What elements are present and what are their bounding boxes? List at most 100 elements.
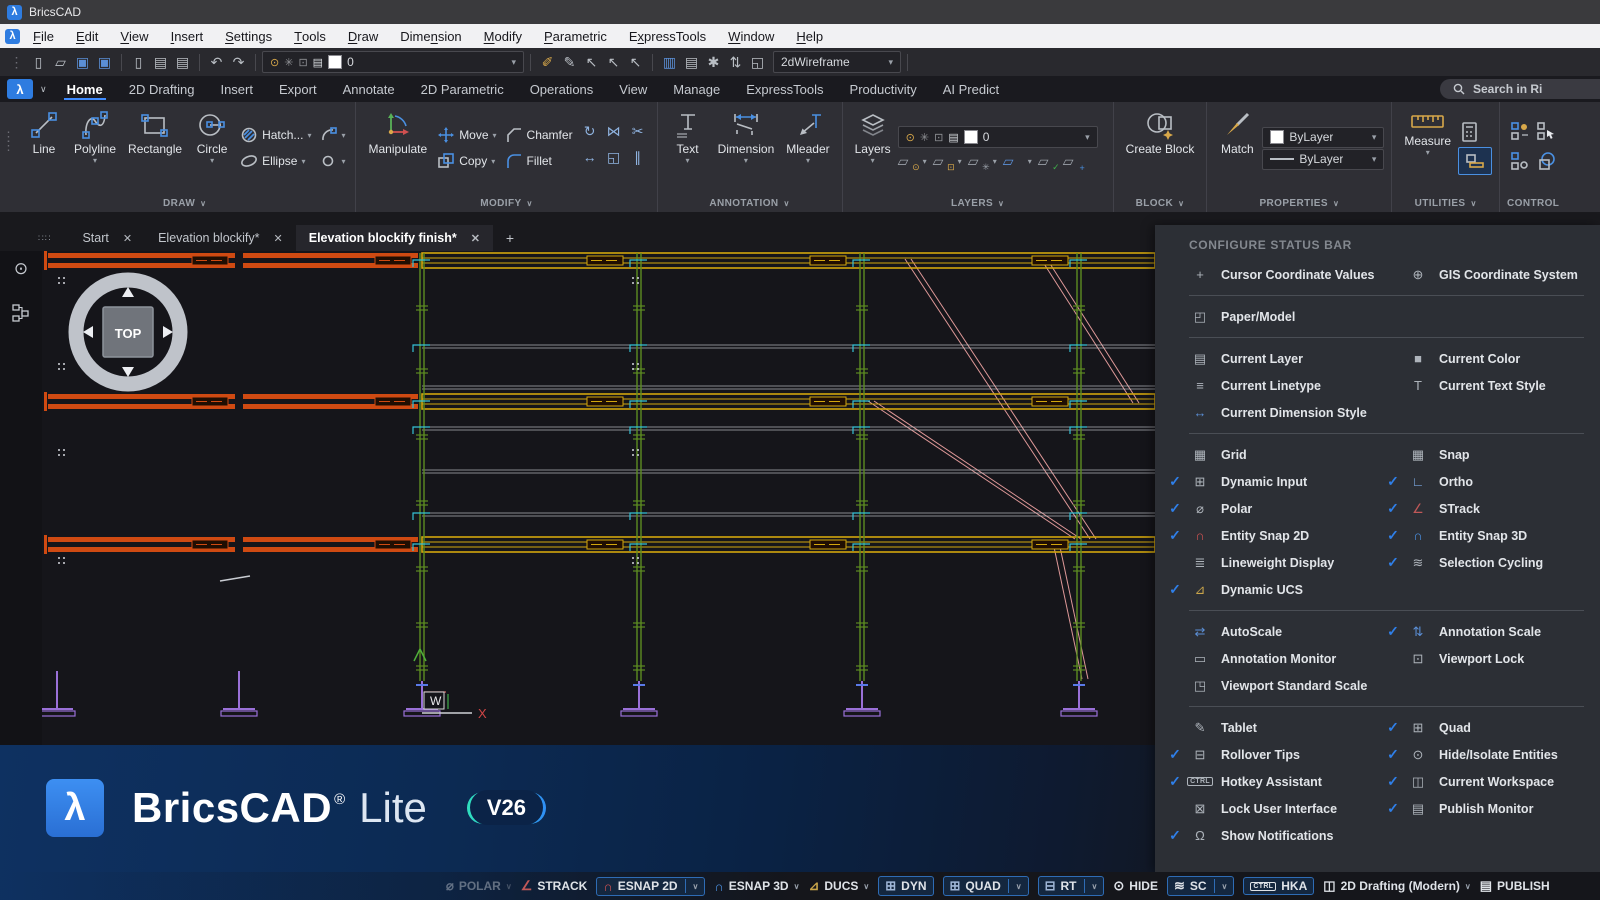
- menu-item-cursor-coordinate-values[interactable]: Cursor Coordinate Values: [1213, 268, 1381, 282]
- new-layer-icon[interactable]: ▱+: [1063, 153, 1082, 170]
- menu-item-hotkey-assistant[interactable]: Hotkey Assistant: [1213, 775, 1381, 789]
- status-toggle-quad[interactable]: ⊞QUAD∨: [943, 876, 1029, 896]
- group-label-draw[interactable]: DRAW∨: [21, 194, 348, 212]
- menu-item-polar[interactable]: Polar: [1213, 502, 1381, 516]
- chamfer-button[interactable]: Chamfer: [502, 123, 576, 148]
- calculator-icon[interactable]: [1458, 121, 1480, 143]
- ribbon-layer-dropdown[interactable]: ⊙ ✳ ⊡ ▤ 0 ▾: [898, 126, 1098, 148]
- status-toggle-rt[interactable]: ⊟RT∨: [1038, 876, 1105, 896]
- scale-icon[interactable]: ◱: [607, 149, 620, 166]
- visual-style-dropdown[interactable]: 2dWireframe ▾: [773, 51, 901, 73]
- menu-item-annotation-monitor[interactable]: Annotation Monitor: [1213, 652, 1381, 666]
- menu-item-dimension[interactable]: Dimension: [389, 24, 472, 48]
- group-label-block[interactable]: BLOCK∨: [1121, 194, 1200, 212]
- status-toggle-hka[interactable]: CTRLHKA: [1243, 877, 1314, 895]
- adjust-icon[interactable]: ⇅: [725, 51, 746, 73]
- menu-item-current-text-style[interactable]: Current Text Style: [1431, 379, 1600, 393]
- new-file-icon[interactable]: ▯: [28, 51, 49, 73]
- layer-freeze-icon[interactable]: ▱✳: [968, 153, 987, 170]
- menu-item-dynamic-input[interactable]: Dynamic Input: [1213, 475, 1381, 489]
- tab-expresstools[interactable]: ExpressTools: [733, 76, 836, 102]
- line-button[interactable]: Line: [21, 106, 67, 156]
- menu-item-draw[interactable]: Draw: [337, 24, 389, 48]
- tab-export[interactable]: Export: [266, 76, 330, 102]
- close-icon[interactable]: ✕: [123, 232, 132, 245]
- mirror-icon[interactable]: ⋈: [607, 123, 621, 140]
- menu-item-viewport-standard-scale[interactable]: Viewport Standard Scale: [1213, 679, 1381, 693]
- create-block-button[interactable]: Create Block: [1121, 106, 1200, 156]
- status-toggle-esnap-2d[interactable]: ∩ESNAP 2D∨: [596, 877, 705, 896]
- menu-item-settings[interactable]: Settings: [214, 24, 283, 48]
- tab-home[interactable]: Home: [54, 76, 116, 102]
- fullscreen-icon[interactable]: ◱: [747, 51, 768, 73]
- layer-dropdown[interactable]: ⊙ ✳ ⊡ ▤ 0 ▾: [262, 51, 524, 73]
- match-properties-icon[interactable]: ✐: [537, 51, 558, 73]
- plot-icon[interactable]: ▤: [150, 51, 171, 73]
- active-utility-button[interactable]: [1458, 147, 1492, 175]
- menu-item-current-layer[interactable]: Current Layer: [1213, 352, 1381, 366]
- layer-state-icon[interactable]: ▱✓: [1038, 153, 1057, 170]
- toolbar-grip[interactable]: ⋮: [6, 51, 27, 73]
- document-tab[interactable]: Start✕: [69, 225, 145, 251]
- match-button[interactable]: Match: [1214, 106, 1260, 156]
- new-document-tab-button[interactable]: +: [495, 230, 525, 246]
- tab-manage[interactable]: Manage: [660, 76, 733, 102]
- application-button[interactable]: λ: [7, 79, 33, 99]
- menu-item-annotation-scale[interactable]: Annotation Scale: [1431, 625, 1600, 639]
- ellipse-button[interactable]: Ellipse ▾: [237, 149, 314, 174]
- publish-icon[interactable]: ▤: [172, 51, 193, 73]
- tab-ai-predict[interactable]: AI Predict: [930, 76, 1012, 102]
- settings-gear-icon[interactable]: ✱: [703, 51, 724, 73]
- offset-icon[interactable]: ∥: [634, 149, 641, 166]
- tab-view[interactable]: View: [606, 76, 660, 102]
- tips-bulb-icon[interactable]: ⊙: [14, 259, 28, 279]
- point-button[interactable]: ▾: [316, 149, 348, 174]
- menu-item-strack[interactable]: STrack: [1431, 502, 1600, 516]
- menu-item-snap[interactable]: Snap: [1431, 448, 1600, 462]
- menu-item-entity-snap-3d[interactable]: Entity Snap 3D: [1431, 529, 1600, 543]
- manipulate-button[interactable]: Manipulate: [363, 106, 432, 156]
- menu-item-lock-user-interface[interactable]: Lock User Interface: [1213, 802, 1381, 816]
- menu-item-dynamic-ucs[interactable]: Dynamic UCS: [1213, 583, 1381, 597]
- status-toggle-esnap-3d[interactable]: ∩ESNAP 3D∨: [714, 879, 799, 894]
- menu-item-quad[interactable]: Quad: [1431, 721, 1600, 735]
- menu-item-tablet[interactable]: Tablet: [1213, 721, 1381, 735]
- group-label-properties[interactable]: PROPERTIES∨: [1214, 194, 1384, 212]
- mleader-button[interactable]: Mleader ▾: [781, 106, 834, 164]
- menu-item-view[interactable]: View: [109, 24, 159, 48]
- move-button[interactable]: Move ▾: [434, 123, 499, 148]
- tab-2d-parametric[interactable]: 2D Parametric: [408, 76, 517, 102]
- polyline-button[interactable]: Polyline ▾: [69, 106, 121, 164]
- rectangle-button[interactable]: Rectangle: [123, 106, 187, 156]
- tab-productivity[interactable]: Productivity: [837, 76, 930, 102]
- drawing-explorer-icon[interactable]: ▤: [681, 51, 702, 73]
- tab-operations[interactable]: Operations: [517, 76, 607, 102]
- circle-button[interactable]: Circle ▾: [189, 106, 235, 164]
- save-as-icon[interactable]: ▣: [94, 51, 115, 73]
- copy-button[interactable]: Copy ▾: [434, 149, 499, 174]
- menu-item-insert[interactable]: Insert: [160, 24, 215, 48]
- group-label-modify[interactable]: MODIFY∨: [363, 194, 649, 212]
- menu-item-grid[interactable]: Grid: [1213, 448, 1381, 462]
- close-icon[interactable]: ✕: [274, 232, 283, 245]
- menu-item-ortho[interactable]: Ortho: [1431, 475, 1600, 489]
- tab-2d-drafting[interactable]: 2D Drafting: [116, 76, 208, 102]
- text-button[interactable]: Text ▾: [665, 106, 711, 164]
- select-display-icon[interactable]: [1536, 121, 1556, 141]
- ribbon-search[interactable]: Search in Ri: [1440, 79, 1600, 99]
- layer-lock-icon[interactable]: ▱⊡: [933, 153, 952, 170]
- group-label-layers[interactable]: LAYERS∨: [850, 194, 1106, 212]
- open-file-icon[interactable]: ▱: [50, 51, 71, 73]
- group-label-control[interactable]: CONTROL: [1507, 194, 1559, 212]
- menu-item-rollover-tips[interactable]: Rollover Tips: [1213, 748, 1381, 762]
- menu-item-file[interactable]: File: [22, 24, 65, 48]
- fillet-button[interactable]: Fillet: [502, 149, 576, 174]
- tab-annotate[interactable]: Annotate: [330, 76, 408, 102]
- dimension-button[interactable]: Dimension ▾: [713, 106, 780, 164]
- menu-item-current-linetype[interactable]: Current Linetype: [1213, 379, 1381, 393]
- menu-item-current-workspace[interactable]: Current Workspace: [1431, 775, 1600, 789]
- redo-icon[interactable]: ↷: [228, 51, 249, 73]
- panels-icon[interactable]: ▥: [659, 51, 680, 73]
- menu-item-selection-cycling[interactable]: Selection Cycling: [1431, 556, 1600, 570]
- rotate-icon[interactable]: ↻: [584, 123, 596, 140]
